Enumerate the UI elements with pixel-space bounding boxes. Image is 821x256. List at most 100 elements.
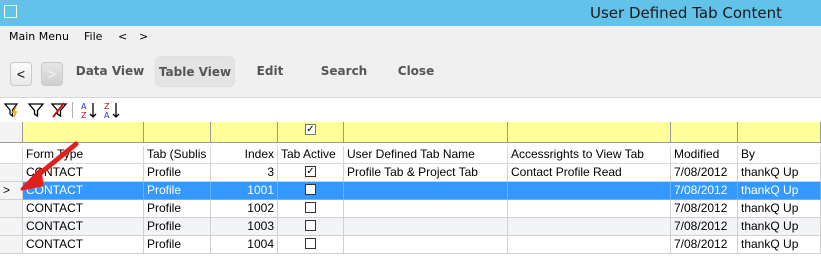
forward-button[interactable]: > [41,62,63,86]
tab-active-checkbox[interactable] [305,202,316,214]
tab-active-checkbox[interactable]: ✓ [305,166,316,178]
cell-tab-name[interactable] [344,236,508,254]
column-header-form-type[interactable]: Form Type [23,146,144,164]
svg-text:A: A [81,102,87,111]
close-button[interactable]: Close [392,56,440,87]
menu-back[interactable]: < [118,30,127,43]
column-header-tab-active[interactable]: Tab Active [278,146,344,164]
filter-tab-active-checkbox[interactable]: ✓ [305,124,316,136]
filter-cell-tab-active[interactable]: ✓ [278,122,344,143]
filter-cell-modified[interactable] [671,122,738,143]
filter-row-header [0,122,23,143]
row-header[interactable] [0,164,23,182]
cell-tab[interactable]: Profile [144,164,211,182]
filter-row: ✓ [0,122,821,143]
column-header-tab-name[interactable]: User Defined Tab Name [344,146,508,164]
cell-tab-name[interactable] [344,182,508,200]
cell-by[interactable]: thankQ Up [738,218,821,236]
cell-by[interactable]: thankQ Up [738,164,821,182]
cell-form-type[interactable]: CONTACT [23,236,144,254]
cell-index[interactable]: 1003 [211,218,278,236]
cell-by[interactable]: thankQ Up [738,182,821,200]
cell-form-type[interactable]: CONTACT [23,182,144,200]
cell-tab[interactable]: Profile [144,200,211,218]
tab-active-checkbox[interactable] [305,220,316,232]
cell-modified[interactable]: 7/08/2012 [671,182,738,200]
cell-index[interactable]: 1002 [211,200,278,218]
sort-ascending-icon[interactable]: A Z [80,101,98,119]
column-header-index[interactable]: Index [211,146,278,164]
menu-file[interactable]: File [84,30,102,43]
filter-icon[interactable] [27,101,45,119]
cell-index[interactable]: 1004 [211,236,278,254]
cell-modified[interactable]: 7/08/2012 [671,236,738,254]
cell-access[interactable] [508,236,671,254]
cell-access[interactable]: Contact Profile Read [508,164,671,182]
header-corner [0,146,23,164]
table-row[interactable]: CONTACT Profile 1002 7/08/2012 thankQ Up [0,200,821,218]
cell-modified[interactable]: 7/08/2012 [671,200,738,218]
filter-cell-tab[interactable] [144,122,211,143]
title-bar: User Defined Tab Content [0,0,821,26]
cell-access[interactable] [508,182,671,200]
cell-tab[interactable]: Profile [144,218,211,236]
cell-access[interactable] [508,218,671,236]
column-header-modified[interactable]: Modified [671,146,738,164]
filter-cell-access[interactable] [508,122,671,143]
cell-tab[interactable]: Profile [144,182,211,200]
current-row-marker[interactable]: > [0,182,23,200]
data-view-button[interactable]: Data View [75,56,145,87]
cell-by[interactable]: thankQ Up [738,236,821,254]
back-button[interactable]: < [10,62,32,86]
table-row[interactable]: CONTACT Profile 1004 7/08/2012 thankQ Up [0,236,821,254]
cell-tab-active[interactable] [278,218,344,236]
cell-tab-active[interactable]: ✓ [278,164,344,182]
tab-active-checkbox[interactable] [305,238,316,250]
table-row[interactable]: CONTACT Profile 3 ✓ Profile Tab & Projec… [0,164,821,182]
window-title: User Defined Tab Content [590,4,783,22]
window-system-icon[interactable] [4,5,17,18]
svg-text:Z: Z [81,111,87,119]
svg-text:A: A [104,111,110,119]
cell-tab-name[interactable] [344,218,508,236]
cell-index[interactable]: 3 [211,164,278,182]
table-view-button[interactable]: Table View [155,56,235,87]
filter-cell-form-type[interactable] [23,122,144,143]
menu-forward[interactable]: > [139,30,148,43]
cell-form-type[interactable]: CONTACT [23,200,144,218]
column-header-by[interactable]: By [738,146,821,164]
row-header[interactable] [0,200,23,218]
cell-modified[interactable]: 7/08/2012 [671,164,738,182]
cell-tab-name[interactable] [344,200,508,218]
cell-tab-active[interactable] [278,200,344,218]
edit-button[interactable]: Edit [248,56,292,87]
cell-index[interactable]: 1001 [211,182,278,200]
menu-bar: Main Menu File < > [0,26,821,47]
cell-access[interactable] [508,200,671,218]
tab-active-checkbox[interactable] [305,184,316,196]
filter-cell-by[interactable] [738,122,821,143]
clear-filter-icon[interactable] [50,101,68,119]
cell-tab-name[interactable]: Profile Tab & Project Tab [344,164,508,182]
column-header-tab[interactable]: Tab (Sublis [144,146,211,164]
filter-lightning-icon[interactable] [4,101,22,119]
grid-header-row: Form Type Tab (Sublis Index Tab Active U… [0,146,821,164]
cell-tab[interactable]: Profile [144,236,211,254]
table-row-selected[interactable]: > CONTACT Profile 1001 7/08/2012 thankQ … [0,182,821,200]
filter-cell-index[interactable] [211,122,278,143]
cell-tab-active[interactable] [278,182,344,200]
filter-cell-tab-name[interactable] [344,122,508,143]
cell-form-type[interactable]: CONTACT [23,164,144,182]
cell-form-type[interactable]: CONTACT [23,218,144,236]
row-header[interactable] [0,236,23,254]
row-header[interactable] [0,218,23,236]
sort-descending-icon[interactable]: Z A [103,101,121,119]
column-header-access[interactable]: Accessrights to View Tab [508,146,671,164]
cell-by[interactable]: thankQ Up [738,200,821,218]
search-button[interactable]: Search [316,56,372,87]
data-grid: ✓ Form Type Tab (Sublis Index Tab Active… [0,122,821,256]
menu-main-menu[interactable]: Main Menu [9,30,69,43]
table-row[interactable]: CONTACT Profile 1003 7/08/2012 thankQ Up [0,218,821,236]
cell-tab-active[interactable] [278,236,344,254]
cell-modified[interactable]: 7/08/2012 [671,218,738,236]
